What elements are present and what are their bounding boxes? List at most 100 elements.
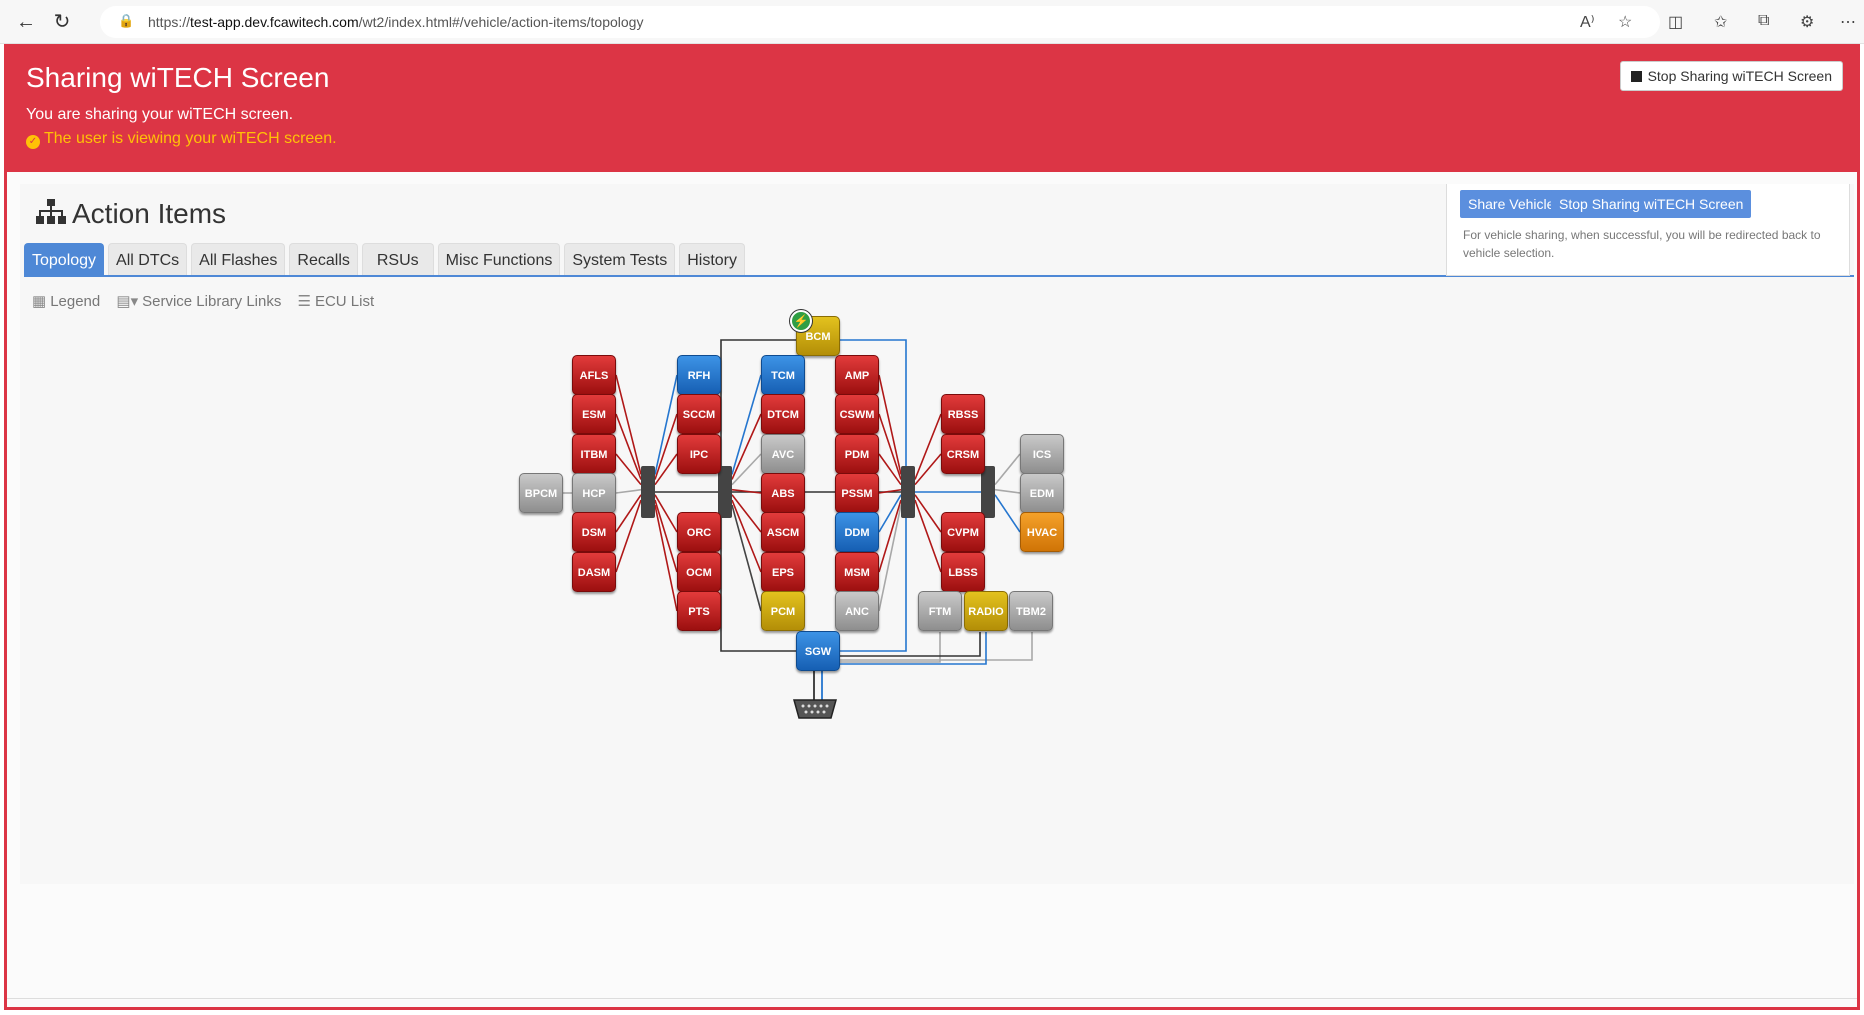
check-circle-icon: ✓ — [26, 135, 40, 149]
ecu-node-pts[interactable]: PTS — [677, 591, 721, 631]
share-vehicle-button[interactable]: Share Vehicle — [1460, 190, 1563, 218]
favorite-star-icon[interactable]: ☆ — [1618, 12, 1632, 32]
wire — [878, 504, 902, 612]
wire — [615, 499, 642, 573]
ecu-node-pcm[interactable]: PCM — [761, 591, 805, 631]
browser-toolbar: ← ↻ 🔒 https://test-app.dev.fcawitech.com… — [0, 0, 1864, 44]
favorites-icon[interactable]: ✩ — [1714, 12, 1727, 32]
wire — [994, 488, 1021, 494]
more-menu-icon[interactable]: ⋯ — [1840, 12, 1856, 32]
ecu-node-esm[interactable]: ESM — [572, 394, 616, 434]
ecu-node-avc[interactable]: AVC — [761, 434, 805, 474]
ecu-node-ddm[interactable]: DDM — [835, 512, 879, 552]
back-arrow-icon[interactable]: ← — [14, 10, 38, 34]
lock-icon: 🔒 — [118, 13, 135, 28]
share-note: For vehicle sharing, when successful, yo… — [1463, 228, 1821, 260]
wire — [994, 453, 1021, 486]
refresh-icon[interactable]: ↻ — [50, 10, 74, 34]
ecu-node-lbss[interactable]: LBSS — [941, 552, 985, 592]
wire — [914, 499, 942, 573]
wire — [615, 494, 642, 533]
ecu-node-hvac[interactable]: HVAC — [1020, 512, 1064, 552]
ecu-node-rfh[interactable]: RFH — [677, 355, 721, 395]
bus-connector — [641, 466, 655, 518]
tab-system-tests[interactable]: System Tests — [564, 243, 676, 276]
extensions-icon[interactable]: ⚙ — [1800, 12, 1814, 32]
wire — [731, 504, 762, 612]
tab-history[interactable]: History — [679, 243, 745, 276]
ecu-node-ipc[interactable]: IPC — [677, 434, 721, 474]
ecu-node-eps[interactable]: EPS — [761, 552, 805, 592]
tab-topology[interactable]: Topology — [24, 243, 105, 276]
ecu-node-ocm[interactable]: OCM — [677, 552, 721, 592]
ecu-node-hcp[interactable]: HCP — [572, 473, 616, 513]
tab-misc-functions[interactable]: Misc Functions — [437, 243, 561, 276]
ecu-node-ftm[interactable]: FTM — [918, 591, 962, 631]
ecu-node-edm[interactable]: EDM — [1020, 473, 1064, 513]
grid-icon: ▦ — [32, 293, 47, 310]
service-library-dropdown[interactable]: ▤▾ Service Library Links — [116, 293, 281, 310]
ecu-node-dasm[interactable]: DASM — [572, 552, 616, 592]
stop-square-icon — [1630, 71, 1642, 82]
viewing-status: ✓ The user is viewing your wiTECH screen. — [26, 130, 337, 149]
stop-sharing-button[interactable]: Stop Sharing wiTECH Screen — [1619, 61, 1843, 91]
ecu-list-link[interactable]: ☰ ECU List — [298, 293, 375, 310]
ecu-node-tcm[interactable]: TCM — [761, 355, 805, 395]
ecu-node-rbss[interactable]: RBSS — [941, 394, 985, 434]
ecu-node-msm[interactable]: MSM — [835, 552, 879, 592]
tab-bar: Topology All DTCs All Flashes Recalls RS… — [24, 243, 749, 276]
wire — [840, 632, 981, 657]
ecu-node-ics[interactable]: ICS — [1020, 434, 1064, 474]
wire — [840, 632, 941, 663]
ecu-node-abs[interactable]: ABS — [761, 473, 805, 513]
wire — [914, 494, 942, 533]
topology-tools: ▦ Legend ▤▾ Service Library Links ☰ ECU Lis… — [32, 292, 386, 310]
ecu-node-bpcm[interactable]: BPCM — [519, 473, 563, 513]
book-icon: ▤▾ — [116, 293, 139, 310]
ecu-node-itbm[interactable]: ITBM — [572, 434, 616, 474]
legend-link[interactable]: ▦ Legend — [32, 293, 100, 310]
ecu-node-radio[interactable]: RADIO — [964, 591, 1008, 631]
ecu-node-tbm2[interactable]: TBM2 — [1009, 591, 1053, 631]
stop-sharing-screen-button[interactable]: Stop Sharing wiTECH Screen — [1551, 190, 1752, 218]
ecu-node-sgw[interactable]: SGW — [796, 631, 840, 671]
sitemap-icon — [36, 199, 66, 232]
ecu-node-amp[interactable]: AMP — [835, 355, 879, 395]
ecu-node-afls[interactable]: AFLS — [572, 355, 616, 395]
url-text: https://test-app.dev.fcawitech.com/wt2/i… — [148, 14, 644, 30]
bus-connector — [981, 466, 995, 518]
obd-connector-icon — [793, 698, 837, 725]
bus-connector — [718, 466, 732, 518]
vehicle-share-panel: Share Vehicle Stop Sharing wiTECH Screen… — [1446, 184, 1850, 276]
tab-all-dtcs[interactable]: All DTCs — [108, 243, 188, 276]
split-screen-icon[interactable]: ◫ — [1668, 12, 1683, 32]
list-icon: ☰ — [297, 293, 311, 310]
wire — [731, 494, 762, 533]
ecu-node-cvpm[interactable]: CVPM — [941, 512, 985, 552]
flash-available-icon[interactable]: ⚡ — [790, 310, 812, 332]
page-title: Action Items — [36, 198, 226, 232]
ecu-node-dtcm[interactable]: DTCM — [761, 394, 805, 434]
read-aloud-icon[interactable]: A⁾ — [1580, 12, 1595, 32]
ecu-node-crsm[interactable]: CRSM — [941, 434, 985, 474]
footer-divider — [7, 998, 1857, 999]
ecu-node-pdm[interactable]: PDM — [835, 434, 879, 474]
ecu-node-sccm[interactable]: SCCM — [677, 394, 721, 434]
wire — [615, 488, 642, 494]
ecu-node-dsm[interactable]: DSM — [572, 512, 616, 552]
topology-diagram: BCM ⚡ AFLS ESM ITBM HCP BPCM DSM DASM RFH SCCM IPC O… — [20, 310, 1854, 884]
share-subtitle: You are sharing your wiTECH screen. — [26, 106, 294, 123]
tab-all-flashes[interactable]: All Flashes — [191, 243, 286, 276]
wire — [994, 494, 1021, 533]
ecu-node-orc[interactable]: ORC — [677, 512, 721, 552]
ecu-node-anc[interactable]: ANC — [835, 591, 879, 631]
wire — [731, 499, 762, 573]
wire — [654, 504, 678, 612]
tab-rsus[interactable]: RSUs — [361, 243, 434, 276]
collections-icon[interactable]: ⧉ — [1758, 12, 1769, 30]
ecu-node-pssm[interactable]: PSSM — [835, 473, 879, 513]
ecu-node-ascm[interactable]: ASCM — [761, 512, 805, 552]
ecu-node-cswm[interactable]: CSWM — [835, 394, 879, 434]
address-bar[interactable]: 🔒 https://test-app.dev.fcawitech.com/wt2… — [100, 6, 1660, 38]
tab-recalls[interactable]: Recalls — [289, 243, 358, 276]
